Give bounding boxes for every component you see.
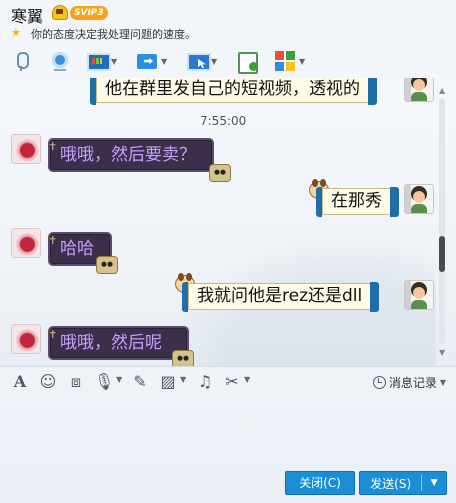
message-bubble-outgoing[interactable]: 我就问他是rez还是dll bbox=[182, 282, 380, 312]
scissors-icon[interactable]: ✂ bbox=[222, 372, 242, 392]
chevron-down-icon[interactable]: ▼ bbox=[180, 375, 186, 384]
contact-signature: 你的态度决定我处理问题的速度。 bbox=[31, 28, 196, 41]
vip-level-label: SVIP3 bbox=[70, 5, 108, 20]
message-text: 我就问他是rez还是dll bbox=[197, 286, 363, 306]
camera-icon bbox=[49, 50, 71, 72]
microphone-icon bbox=[10, 50, 32, 72]
message-text: 哈哈 bbox=[60, 239, 94, 259]
chevron-down-icon[interactable]: ▼ bbox=[244, 375, 250, 384]
message-bubble-incoming[interactable]: ✝ 哦哦，然后呢 bbox=[48, 326, 189, 360]
chevron-down-icon[interactable]: ▼ bbox=[161, 57, 167, 66]
video-call-button[interactable] bbox=[49, 48, 71, 74]
message-input[interactable] bbox=[8, 400, 448, 464]
message-history-label: 消息记录 bbox=[388, 376, 437, 390]
send-button[interactable]: 发送(S) ▼ bbox=[359, 471, 447, 495]
image-icon[interactable]: ▨ bbox=[158, 372, 178, 392]
compose-area: 关闭(C) 发送(S) ▼ bbox=[0, 396, 456, 503]
avatar[interactable] bbox=[404, 280, 434, 310]
voice-message-icon[interactable]: 🎙︎ bbox=[94, 372, 114, 392]
contact-name[interactable]: 寒翼 bbox=[11, 3, 43, 27]
message-text: 哦哦，然后呢 bbox=[60, 333, 162, 353]
message-bubble-outgoing[interactable]: 在那秀 bbox=[316, 187, 399, 217]
mask-icon bbox=[209, 164, 231, 182]
note-add-icon bbox=[236, 50, 258, 74]
chat-toolbar: ▼ ▼ ▼ ▼ bbox=[0, 44, 456, 78]
clock-icon bbox=[372, 376, 386, 389]
voice-call-button[interactable] bbox=[10, 48, 32, 74]
input-toolbar: A ☺ ⧈ 🎙︎ ▼ ✎ ▨ ▼ ♫ ✂ ▼ 消息记录 ▼ bbox=[0, 366, 456, 396]
message-timestamp: 7:55:00 bbox=[200, 114, 247, 128]
create-note-button[interactable] bbox=[236, 48, 258, 74]
message-history-button[interactable]: 消息记录 ▼ bbox=[372, 374, 446, 391]
emoji-icon[interactable]: ☺ bbox=[38, 372, 58, 392]
avatar[interactable] bbox=[404, 184, 434, 214]
edit-icon[interactable]: ✎ bbox=[130, 372, 150, 392]
remote-desktop-icon bbox=[186, 50, 211, 72]
message-bubble-incoming[interactable]: ✝ 哦哦，然后要卖？ bbox=[48, 138, 214, 172]
mask-icon bbox=[96, 256, 118, 274]
send-button-label[interactable]: 发送(S) bbox=[360, 475, 421, 492]
avatar[interactable] bbox=[11, 134, 41, 164]
star-icon: ★ bbox=[11, 26, 21, 39]
chevron-down-icon[interactable]: ▼ bbox=[211, 57, 217, 66]
avatar[interactable] bbox=[11, 324, 41, 354]
message-bubble-outgoing[interactable]: 他在群里发自己的短视频，透视的 bbox=[90, 78, 377, 105]
avatar[interactable] bbox=[11, 228, 41, 258]
chevron-down-icon[interactable]: ▼ bbox=[422, 478, 446, 488]
avatar[interactable] bbox=[404, 78, 434, 102]
vip-crown-icon bbox=[52, 5, 68, 20]
apps-button[interactable]: ▼ bbox=[274, 48, 305, 74]
scrollbar-thumb[interactable] bbox=[439, 236, 445, 272]
screenshot-icon[interactable]: ⧈ bbox=[66, 372, 86, 392]
message-text: 哦哦，然后要卖？ bbox=[60, 145, 196, 165]
apps-grid-icon bbox=[274, 50, 296, 72]
chevron-down-icon[interactable]: ▼ bbox=[116, 375, 122, 384]
folder-arrow-icon bbox=[136, 50, 158, 72]
chat-header: 寒翼 SVIP3 ★ 你的态度决定我处理问题的速度。 bbox=[0, 0, 456, 44]
scroll-up-icon[interactable]: ▲ bbox=[439, 86, 445, 95]
chat-scrollbar[interactable]: ▲ ▼ bbox=[436, 86, 448, 366]
send-file-button[interactable]: ▼ bbox=[136, 48, 167, 74]
message-list[interactable]: 他在群里发自己的短视频，透视的 7:55:00 ✝ 哦哦，然后要卖？ 在那秀 ✝… bbox=[0, 78, 456, 366]
message-text: 他在群里发自己的短视频，透视的 bbox=[105, 79, 360, 99]
chevron-down-icon: ▼ bbox=[439, 378, 446, 387]
scrollbar-track[interactable] bbox=[439, 98, 445, 344]
screen-share-button[interactable]: ▼ bbox=[86, 48, 117, 74]
vip-badge[interactable]: SVIP3 bbox=[52, 5, 108, 20]
chevron-down-icon[interactable]: ▼ bbox=[299, 57, 305, 66]
chevron-down-icon[interactable]: ▼ bbox=[111, 57, 117, 66]
presentation-icon bbox=[86, 50, 111, 72]
remote-assist-button[interactable]: ▼ bbox=[186, 48, 217, 74]
mask-icon bbox=[172, 350, 194, 366]
close-button[interactable]: 关闭(C) bbox=[285, 471, 355, 495]
message-text: 在那秀 bbox=[331, 191, 382, 211]
music-icon[interactable]: ♫ bbox=[195, 372, 215, 392]
scroll-down-icon[interactable]: ▼ bbox=[439, 348, 445, 357]
font-icon[interactable]: A bbox=[10, 372, 30, 392]
